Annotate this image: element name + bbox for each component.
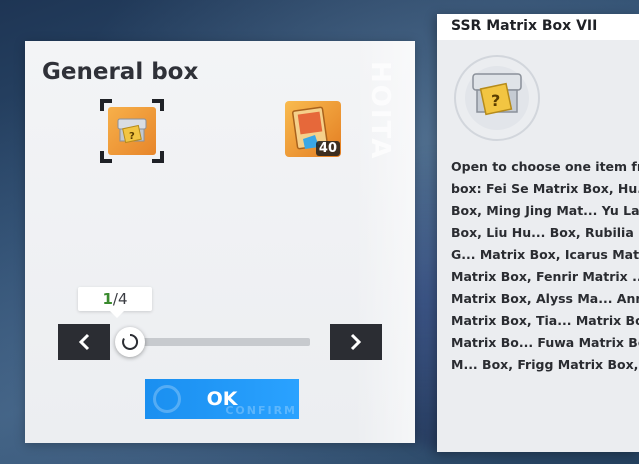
detail-header: SSR Matrix Box VII	[437, 14, 639, 40]
svg-text:?: ?	[129, 131, 135, 142]
general-box-panel: HOITA General box ? 40 1/4 OK CONFIRM	[25, 41, 415, 443]
matrix-box-icon: ?	[108, 107, 156, 155]
quantity-current: 1	[102, 290, 113, 308]
description-fade	[437, 374, 639, 394]
reward-count: 40	[315, 141, 340, 156]
chevron-right-icon	[350, 333, 362, 351]
detail-title: SSR Matrix Box VII	[451, 18, 598, 34]
item-detail-panel: SSR Matrix Box VII ? Open to choose one …	[437, 14, 639, 452]
slider-thumb-icon	[122, 333, 139, 350]
check-circle-icon	[153, 385, 181, 413]
quantity-slider-thumb[interactable]	[115, 327, 145, 357]
panel-title: General box	[42, 59, 199, 85]
matrix-box-icon: ?	[454, 55, 540, 141]
ok-ghost-text: CONFIRM	[225, 404, 297, 417]
quantity-slider-track[interactable]	[130, 338, 310, 346]
increase-button[interactable]	[330, 324, 382, 360]
decrease-button[interactable]	[58, 324, 110, 360]
detail-item-art: ?	[447, 48, 547, 148]
panel-deco-text: HOITA	[365, 61, 395, 161]
quantity-display: 1/4	[78, 287, 152, 318]
svg-text:?: ?	[491, 91, 500, 110]
reward-item[interactable]: 40	[285, 101, 341, 157]
chevron-left-icon	[78, 333, 90, 351]
ok-button[interactable]: OK CONFIRM	[145, 379, 299, 419]
detail-description: Open to choose one item from the box: Fe…	[451, 159, 639, 372]
selected-item-slot[interactable]: ?	[100, 99, 164, 163]
quantity-total: /4	[112, 290, 128, 308]
